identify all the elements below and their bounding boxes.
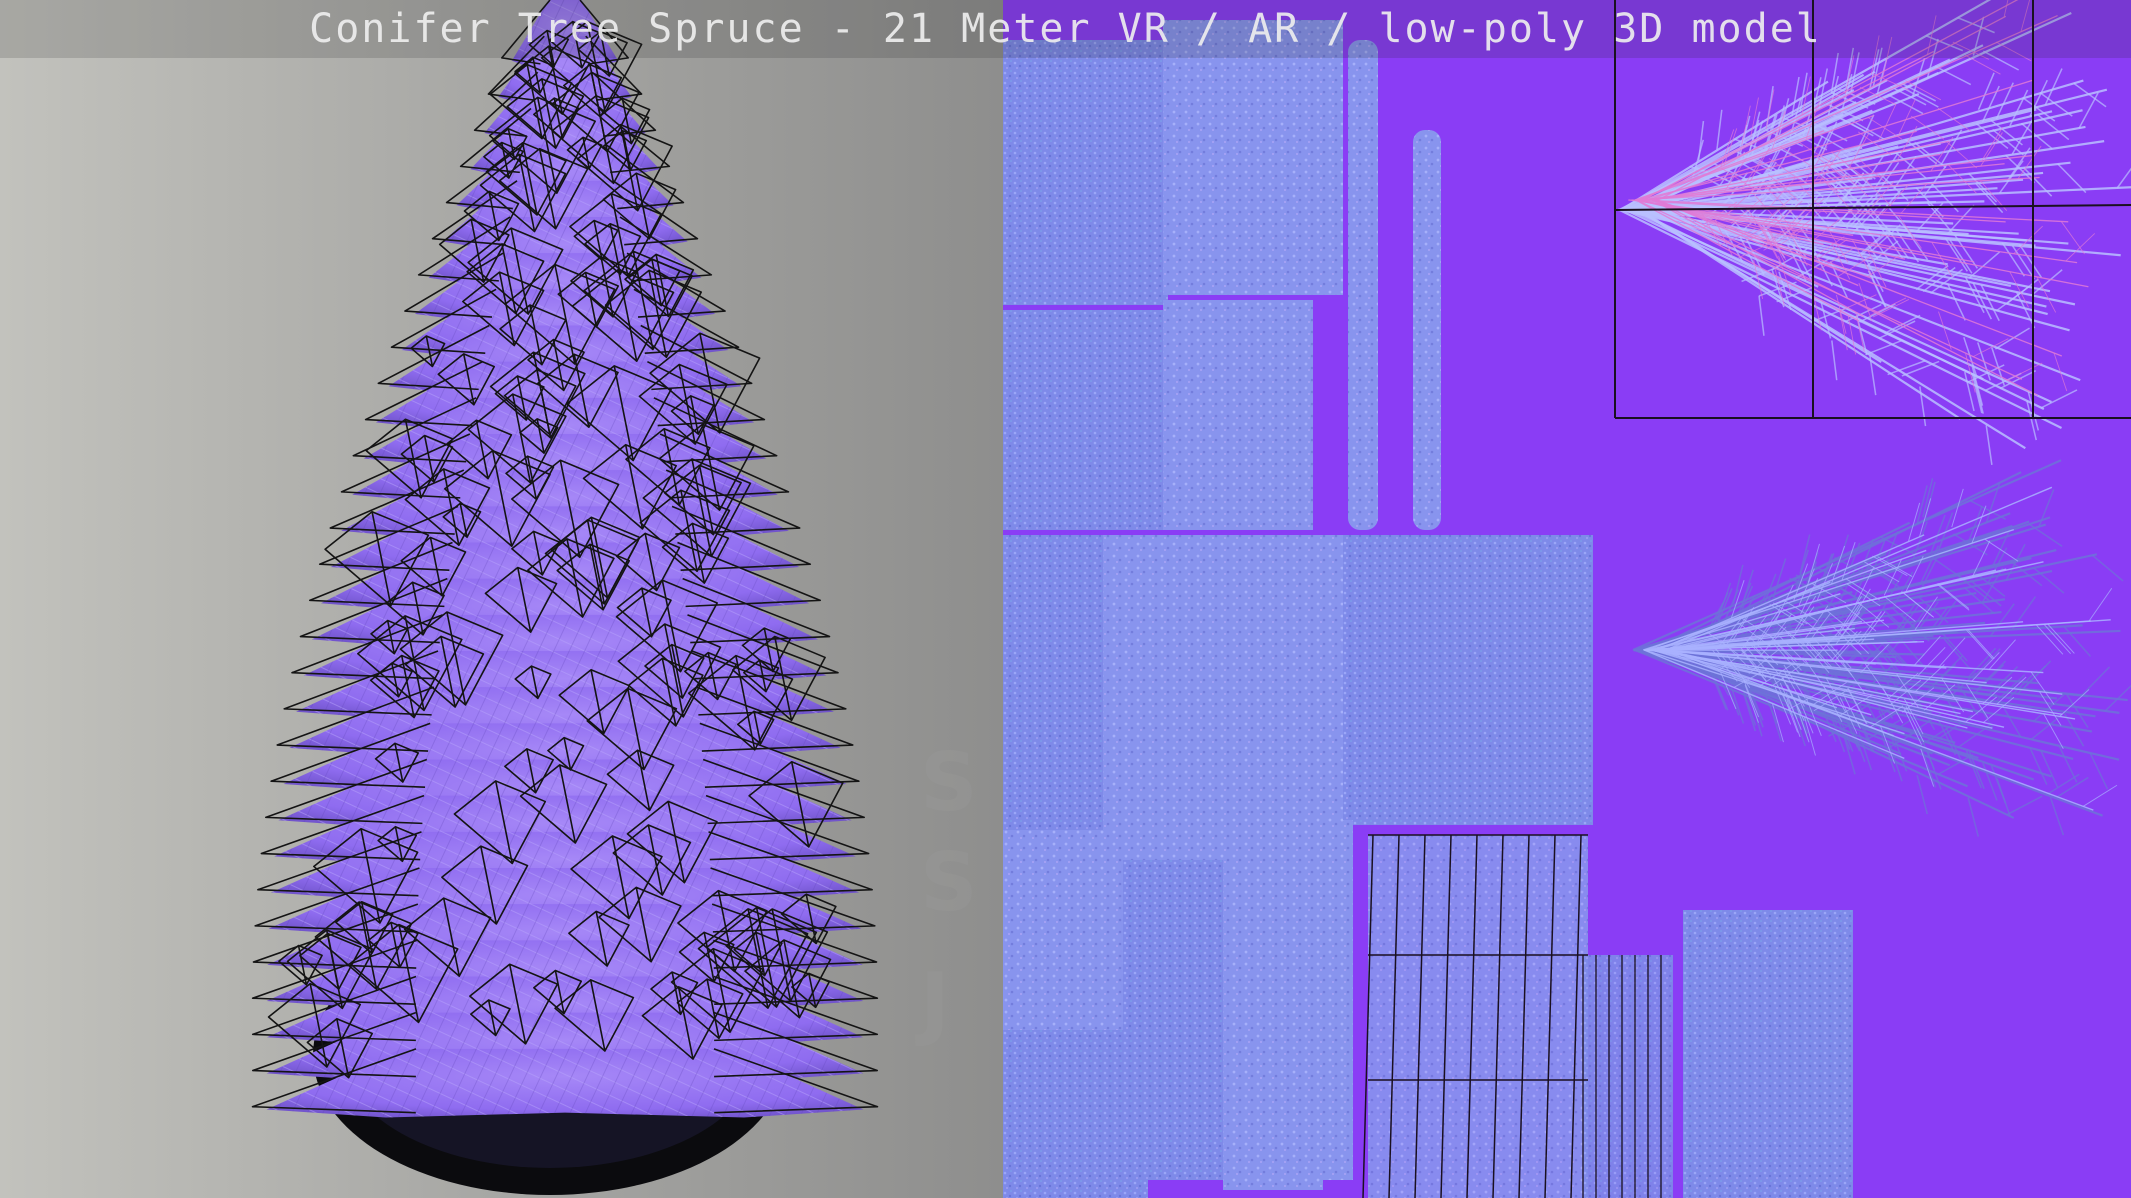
branch-needle <box>1982 762 1998 801</box>
uv-fern-strip <box>1413 130 1441 530</box>
branch-needle <box>2063 625 2092 657</box>
title-overlay: Conifer Tree Spruce - 21 Meter VR / AR /… <box>0 0 2131 58</box>
uv-trunk-island <box>1368 835 1588 1198</box>
uv-island <box>1003 40 1168 305</box>
branch-needle <box>1967 628 1995 660</box>
uv-island <box>1003 535 1108 830</box>
3d-viewport[interactable]: S S J <box>0 0 1003 1198</box>
tree-foliage <box>266 0 864 1118</box>
spruce-tree-render: S S J <box>251 0 978 1195</box>
branch-needle <box>1799 534 1811 574</box>
branch-needle <box>1807 543 1820 583</box>
branch-needle <box>1939 630 1968 662</box>
branch-needle <box>1758 295 1765 336</box>
branch-needle <box>1944 237 1969 272</box>
branch-needle <box>2116 167 2131 189</box>
branch-needle <box>2054 776 2089 800</box>
branch-needle <box>2030 671 2055 705</box>
branch-needle <box>2049 797 2065 836</box>
branch-needle <box>1989 603 2015 637</box>
branch-needle <box>1971 652 2000 682</box>
svg-text:S: S <box>920 836 978 929</box>
branch-needle <box>1967 797 1980 837</box>
uv-island <box>1683 910 1853 1198</box>
branch-needle <box>2053 353 2068 392</box>
screenshot-canvas: S S J Conifer Tree Spruce - 21 Meter VR … <box>0 0 2131 1198</box>
branch-needle <box>1913 635 1941 667</box>
branch-twig <box>1665 486 2053 651</box>
branch-needle <box>2057 163 2087 194</box>
branch-needle <box>2082 784 2118 807</box>
uv-island <box>1223 860 1323 1190</box>
branch-needle <box>1816 132 1852 155</box>
uv-island <box>1343 535 1593 825</box>
branch-needle <box>1938 637 1966 668</box>
svg-text:S: S <box>920 736 978 829</box>
branch-needle <box>1985 425 1993 465</box>
branch-needle <box>2038 489 2055 527</box>
branch-needle <box>2006 362 2043 381</box>
branch-needle <box>2089 752 2109 790</box>
uv-island <box>1003 830 1138 1030</box>
uv-island <box>1003 310 1163 530</box>
branch-needle <box>1942 637 1971 669</box>
branch-needle <box>1916 775 1929 815</box>
branch-needle <box>1967 647 1997 678</box>
branch-needle <box>1965 628 1993 660</box>
uv-island <box>1003 1030 1148 1198</box>
branch-needle <box>2040 750 2059 788</box>
branch-needle <box>1977 72 1995 110</box>
branch-needle <box>1994 327 2030 350</box>
branch-needle <box>1901 360 1940 377</box>
branch-needle <box>2058 745 2078 783</box>
branch-needle <box>1934 65 1972 86</box>
branch-needle <box>2065 233 2096 262</box>
branch-needle <box>1990 765 2007 804</box>
uv-island <box>1103 535 1343 865</box>
branch-needle <box>1716 109 1723 150</box>
branch-needle <box>2047 623 2075 654</box>
watermark-letters: S S J <box>915 736 978 1049</box>
branch-needle <box>2035 624 2064 655</box>
svg-text:J: J <box>915 956 950 1049</box>
branch-needle <box>1839 310 1848 351</box>
branch-needle <box>1973 374 1984 414</box>
branch-needle <box>2081 666 2111 697</box>
normal-map-texture <box>1003 0 2131 1198</box>
branch-needle <box>1917 646 1946 677</box>
branch-needle <box>1831 340 1838 381</box>
branch-needle <box>2006 795 2043 816</box>
uv-island <box>1323 820 1353 1180</box>
branch-needle <box>2088 587 2113 622</box>
branch-needle <box>1937 512 1954 551</box>
branch-needle <box>2091 554 2124 582</box>
uv-fern-strip <box>1348 40 1378 530</box>
uv-layout-image <box>1003 0 2131 1198</box>
page-title: Conifer Tree Spruce - 21 Meter VR / AR /… <box>309 6 1822 52</box>
uv-island <box>1163 20 1343 295</box>
uv-island <box>1163 300 1313 530</box>
branch-needle <box>2037 113 2070 141</box>
